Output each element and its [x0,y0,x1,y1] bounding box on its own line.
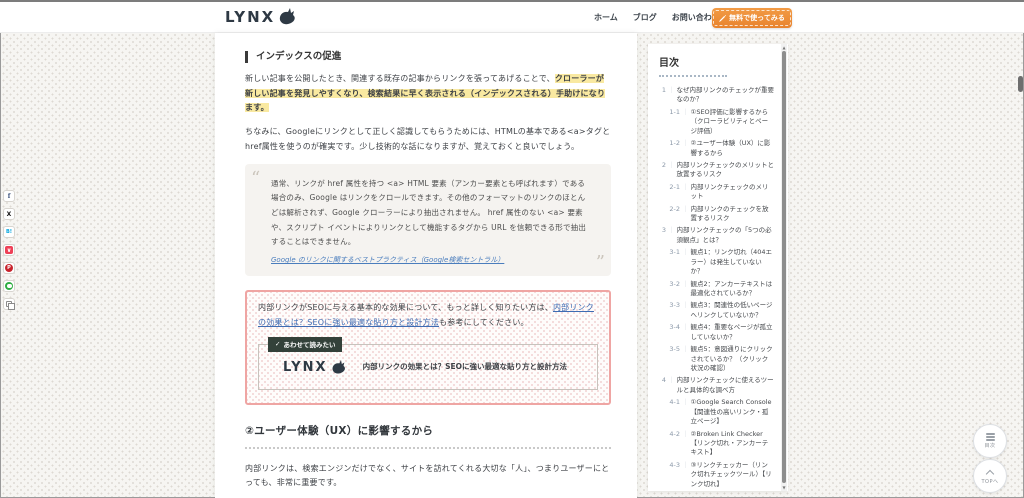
toc-item[interactable]: 3-1｜観点1：リンク切れ（404エラー）は発生していないか？ [668,248,774,276]
toc-list: 1｜なぜ内部リンクのチェックが重要なのか？ 1-1｜①SEO評価に影響するから（ク… [659,86,774,491]
toc-item[interactable]: 3-4｜観点4：重要なページが孤立していないか？ [668,323,774,342]
toc-title: 目次 [659,54,727,77]
blockquote-google: “ 通常、リンクが href 属性を持つ <a> HTML 要素（アンカー要素と… [245,164,611,276]
toc-panel: 目次 1｜なぜ内部リンクのチェックが重要なのか？ 1-1｜①SEO評価に影響するか… [648,44,788,491]
toc-item[interactable]: 2-2｜内部リンクのチェックを放置するリスク [668,205,774,224]
pocket-share-button[interactable]: ∨ [3,244,15,256]
toc-item[interactable]: 1｜なぜ内部リンクのチェックが重要なのか？ [659,86,774,105]
paragraph-ux: 内部リンクは、検索エンジンだけでなく、サイトを訪れてくれる大切な「人」、つまりユ… [245,462,611,492]
window-scrollbar-thumb[interactable] [1018,76,1023,92]
heading-index-promotion: インデックスの促進 [245,51,611,63]
main-nav: ホーム ブログ お問い合わせ [594,2,720,33]
related-post-box: 内部リンクがSEOに与える基本的な効果について、もっと詳しく知りたい方は、内部リ… [245,290,611,405]
toc-item[interactable]: 1-1｜①SEO評価に影響するから（クローラビリティとページ評価） [668,108,774,136]
related-blogcard[interactable]: ✓あわせて読みたい LYNX 内部リンクの効果とは？SEOに強い最適な貼り方と設… [258,344,598,390]
lynx-head-icon [330,360,347,375]
toc-item[interactable]: 2｜内部リンクチェックのメリットと放置するリスク [659,161,774,180]
x-twitter-icon: X [7,211,12,218]
back-to-top-button[interactable]: TOPへ [973,459,1007,493]
logo-text: LYNX [225,8,275,26]
toc-item[interactable]: 3-5｜観点5：意図通りにクリックされているか？（クリック状況の確認） [668,345,774,373]
blogcard-logo: LYNX [283,360,347,375]
toc-scrollbar[interactable]: ▲ ▼ [781,44,787,491]
related-intro: 内部リンクがSEOに与える基本的な効果について、もっと詳しく知りたい方は、内部リ… [258,301,598,331]
line-share-button[interactable] [3,280,15,292]
quote-cite-link[interactable]: Google のリンクに関するベストプラクティス（Google検索セントラル） [271,256,504,264]
hatena-share-button[interactable]: B! [3,226,15,238]
paragraph-google-tag: ちなみに、Googleにリンクとして正しく認識してもらうためには、HTMLの基本… [245,125,611,155]
copy-link-button[interactable] [3,298,15,310]
toc-item[interactable]: 4｜内部リンクチェックに使えるツールと具体的な調べ方 [659,376,774,395]
list-icon [986,433,995,441]
heading-ux: ②ユーザー体験（UX）に影響するから [245,423,611,449]
share-bar: f X B! ∨ P [3,190,16,310]
toc-item[interactable]: 4-1｜①Google Search Console【関連性の高いリンク・孤立ペ… [668,398,774,426]
lynx-head-icon [277,8,297,26]
floating-toc-button[interactable]: 目次 [973,424,1007,458]
quote-text: 通常、リンクが href 属性を持つ <a> HTML 要素（アンカー要素とも呼… [271,177,591,250]
related-badge: ✓あわせて読みたい [268,337,342,352]
scroll-up-icon[interactable]: ▲ [781,45,787,50]
facebook-icon: f [8,193,11,200]
site-header: LYNX ホーム ブログ お問い合わせ 無料で使ってみる [0,2,1024,33]
pinterest-icon: P [5,264,13,272]
paragraph-index: 新しい記事を公開したとき、関連する既存の記事からリンクを張ってあげることで、クロ… [245,72,611,116]
toc-item[interactable]: 3-3｜観点3：関連性の低いページへリンクしていないか？ [668,301,774,320]
x-share-button[interactable]: X [3,208,15,220]
free-trial-button[interactable]: 無料で使ってみる [712,8,792,28]
copy-icon [6,301,12,307]
hatena-icon: B! [6,229,12,235]
line-icon [5,282,13,290]
toc-item[interactable]: 4-3｜③リンクチェッカー（リンク切れチェックツール）【リンク切れ】 [668,461,774,489]
site-logo[interactable]: LYNX [225,8,297,26]
pen-icon [719,15,726,22]
blogcard-title: 内部リンクの効果とは？SEOに強い最適な貼り方と設計方法 [363,361,567,372]
scroll-down-icon[interactable]: ▼ [781,485,787,490]
nav-home[interactable]: ホーム [594,12,618,23]
pocket-icon: ∨ [5,246,13,254]
nav-blog[interactable]: ブログ [633,12,657,23]
chevron-up-icon [986,469,994,477]
toc-item[interactable]: 2-1｜内部リンクチェックのメリット [668,183,774,202]
pinterest-share-button[interactable]: P [3,262,15,274]
close-quote-icon: ” [596,254,605,272]
article-content: インデックスの促進 新しい記事を公開したとき、関連する既存の記事からリンクを張っ… [215,33,637,498]
toc-item[interactable]: 4-2｜②Broken Link Checker【リンク切れ・アンカーテキスト】 [668,430,774,458]
toc-scrollbar-thumb[interactable] [782,51,786,483]
cta-label: 無料で使ってみる [729,13,785,23]
open-quote-icon: “ [251,170,260,188]
toc-item[interactable]: 3-2｜観点2：アンカーテキストは最適化されているか？ [668,280,774,299]
toc-item[interactable]: 1-2｜②ユーザー体験（UX）に影響するから [668,139,774,158]
facebook-share-button[interactable]: f [3,190,15,202]
toc-item[interactable]: 3｜内部リンクチェックの「5つの必須観点」とは？ [659,226,774,245]
